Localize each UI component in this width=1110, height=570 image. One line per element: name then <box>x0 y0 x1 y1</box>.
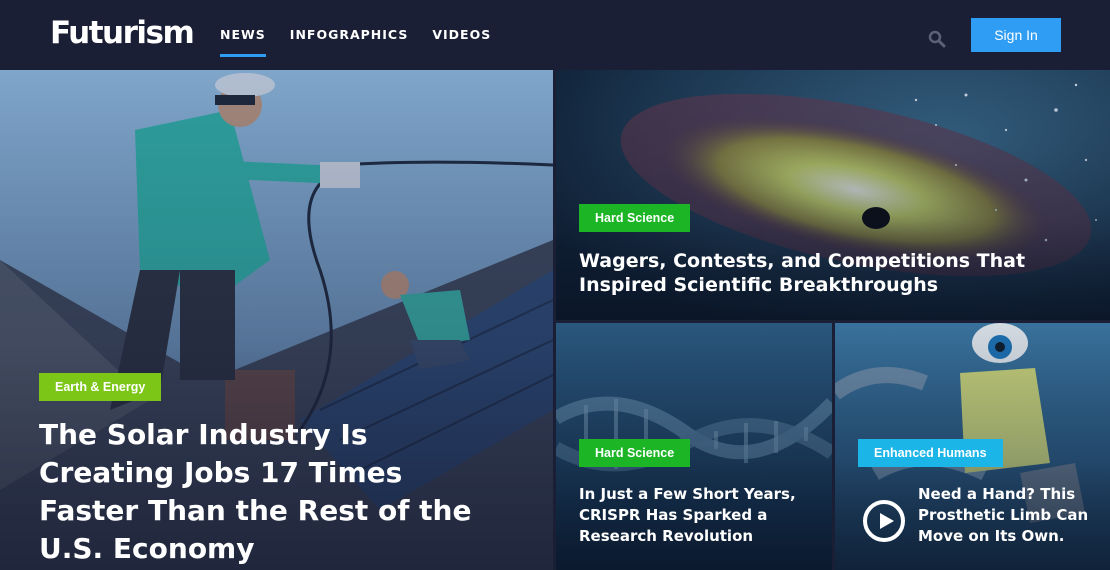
article-title[interactable]: Wagers, Contests, and Competitions That … <box>579 249 1079 297</box>
main-nav: NEWS INFOGRAPHICS VIDEOS <box>220 0 515 70</box>
article-prosthetic[interactable]: Enhanced Humans Need a Hand? This Prosth… <box>835 323 1110 570</box>
article-wagers[interactable]: Hard Science Wagers, Contests, and Compe… <box>556 70 1110 320</box>
article-title[interactable]: In Just a Few Short Years, CRISPR Has Sp… <box>579 484 819 547</box>
nav-item-infographics[interactable]: INFOGRAPHICS <box>290 0 409 70</box>
category-badge[interactable]: Earth & Energy <box>39 373 162 401</box>
featured-article-solar[interactable]: Earth & Energy The Solar Industry Is Cre… <box>0 70 553 570</box>
site-logo[interactable]: Futurism <box>50 13 195 53</box>
article-title[interactable]: The Solar Industry Is Creating Jobs 17 T… <box>39 416 509 568</box>
play-icon[interactable] <box>863 500 905 542</box>
nav-item-videos[interactable]: VIDEOS <box>432 0 491 70</box>
category-badge[interactable]: Enhanced Humans <box>858 439 1003 467</box>
site-header: Futurism NEWS INFOGRAPHICS VIDEOS Sign I… <box>0 0 1110 70</box>
sign-in-button[interactable]: Sign In <box>971 18 1061 52</box>
category-badge[interactable]: Hard Science <box>579 204 691 232</box>
article-crispr[interactable]: Hard Science In Just a Few Short Years, … <box>556 323 832 570</box>
search-icon[interactable] <box>928 30 946 48</box>
article-title[interactable]: Need a Hand? This Prosthetic Limb Can Mo… <box>918 484 1098 547</box>
nav-item-news[interactable]: NEWS <box>220 0 266 70</box>
category-badge[interactable]: Hard Science <box>579 439 691 467</box>
